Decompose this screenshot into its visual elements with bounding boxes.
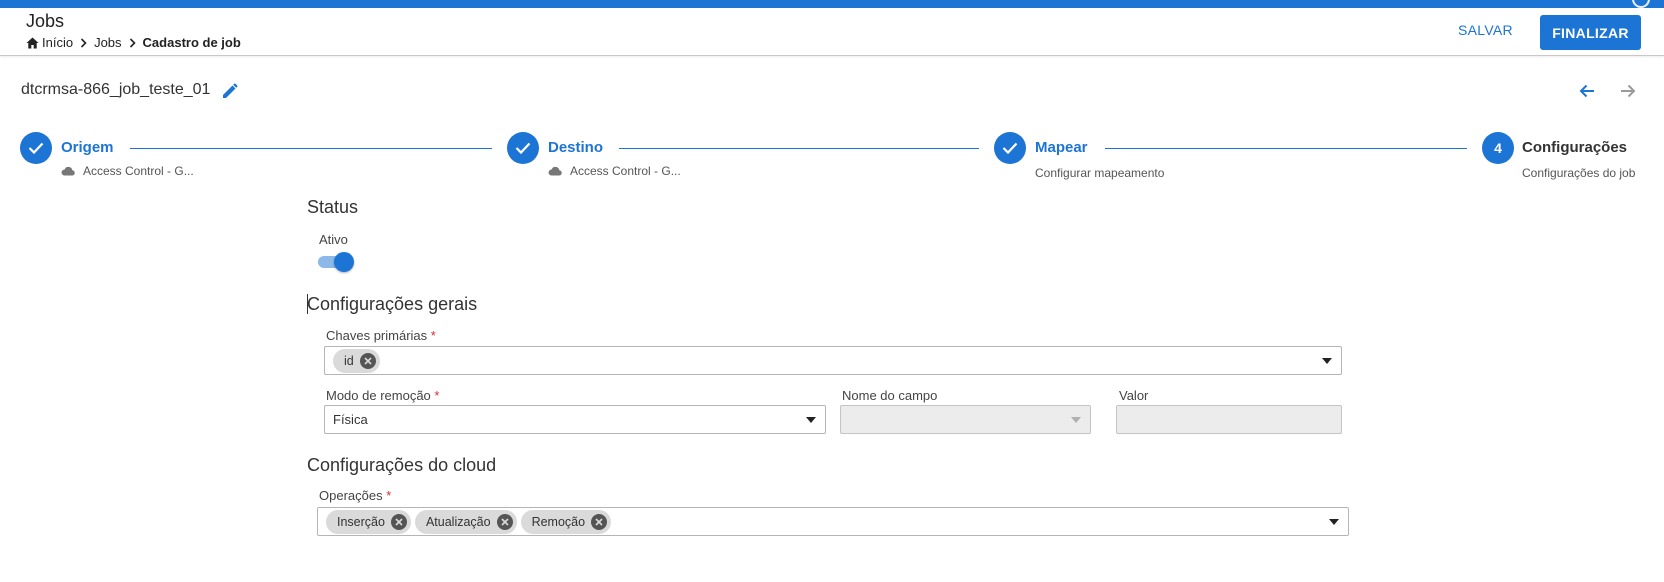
finish-button[interactable]: FINALIZAR: [1540, 15, 1641, 50]
step-3-title[interactable]: Mapear: [1035, 139, 1088, 156]
chip: Inserção: [326, 509, 411, 534]
step-2-subtitle-text: Access Control - G...: [570, 164, 681, 178]
chip-label: Inserção: [337, 514, 385, 529]
cloud-icon: [548, 166, 562, 176]
step-connector: [130, 148, 492, 149]
breadcrumb: Início Jobs Cadastro de job: [26, 35, 241, 50]
chevron-down-icon: [1329, 518, 1339, 525]
step-connector: [619, 148, 979, 149]
arrow-left-icon[interactable]: [1578, 82, 1596, 100]
page-header: Jobs Início Jobs Cadastro de job SALVAR …: [0, 8, 1664, 56]
removal-mode-select[interactable]: Física: [324, 405, 826, 434]
removal-mode-label-text: Modo de remoção: [326, 388, 431, 403]
step-2-title[interactable]: Destino: [548, 139, 603, 156]
breadcrumb-item-home[interactable]: Início: [26, 35, 73, 50]
step-4-subtitle: Configurações do job: [1522, 166, 1636, 180]
required-mark: *: [430, 328, 436, 343]
removal-mode-value: Física: [333, 412, 368, 427]
operations-label-text: Operações: [319, 488, 383, 503]
check-icon: [515, 141, 531, 155]
step-1-subtitle: Access Control - G...: [61, 164, 194, 178]
step-1-subtitle-text: Access Control - G...: [83, 164, 194, 178]
primary-keys-chips: id: [333, 348, 384, 373]
save-button[interactable]: SALVAR: [1458, 22, 1513, 38]
step-4-circle[interactable]: 4: [1482, 132, 1514, 164]
step-4-title[interactable]: Configurações: [1522, 139, 1627, 156]
status-section-title: Status: [307, 197, 359, 217]
primary-keys-label: Chaves primárias *: [326, 328, 436, 343]
step-2-circle[interactable]: [507, 132, 539, 164]
chip: Remoção: [520, 509, 612, 534]
step-3-subtitle: Configurar mapeamento: [1035, 166, 1165, 180]
value-label: Valor: [1119, 388, 1149, 403]
pencil-icon[interactable]: [222, 82, 239, 99]
job-name-row: dtcrmsa-866_job_teste_01: [21, 81, 239, 99]
close-circle-icon[interactable]: [496, 513, 513, 530]
value-input: [1116, 405, 1342, 434]
required-mark: *: [386, 488, 392, 503]
removal-mode-label: Modo de remoção *: [326, 388, 439, 403]
cloud-icon: [61, 166, 75, 176]
chevron-right-icon: [80, 37, 87, 48]
field-name-label: Nome do campo: [842, 388, 938, 403]
chevron-right-icon: [129, 37, 136, 48]
step-1-circle[interactable]: [20, 132, 52, 164]
arrow-right-icon[interactable]: [1619, 82, 1637, 100]
operations-chips: Inserção Atualização Remoção: [326, 509, 615, 534]
check-icon: [28, 141, 44, 155]
operations-label: Operações *: [319, 488, 391, 503]
chip-label: id: [344, 353, 354, 368]
chip-label: Remoção: [531, 514, 586, 529]
operations-select[interactable]: Inserção Atualização Remoção: [317, 507, 1349, 536]
step-2-subtitle: Access Control - G...: [548, 164, 681, 178]
page-title: Jobs: [26, 11, 65, 31]
chip: Atualização: [414, 509, 517, 534]
chevron-down-icon: [1322, 357, 1332, 364]
home-icon: [26, 37, 39, 49]
close-circle-icon[interactable]: [390, 513, 407, 530]
close-circle-icon[interactable]: [591, 513, 608, 530]
step-connector: [1105, 148, 1467, 149]
chevron-down-icon: [806, 416, 816, 423]
primary-keys-select[interactable]: id: [324, 346, 1342, 375]
toggle-thumb: [334, 252, 354, 272]
job-name: dtcrmsa-866_job_teste_01: [21, 81, 211, 98]
active-label: Ativo: [319, 232, 348, 247]
step-1-title[interactable]: Origem: [61, 139, 114, 156]
active-toggle[interactable]: [318, 250, 354, 272]
chevron-down-icon: [1071, 416, 1081, 423]
cloud-section-title: Configurações do cloud: [307, 455, 497, 475]
close-circle-icon[interactable]: [359, 352, 376, 369]
general-section-title: Configurações gerais: [307, 294, 478, 314]
field-name-select: [840, 405, 1091, 434]
step-3-circle[interactable]: [994, 132, 1026, 164]
chip: id: [333, 348, 380, 373]
breadcrumb-label: Início: [42, 35, 74, 50]
breadcrumb-item-current: Cadastro de job: [142, 35, 241, 50]
breadcrumb-item-jobs[interactable]: Jobs: [94, 35, 121, 50]
chip-label: Atualização: [425, 514, 491, 529]
required-mark: *: [434, 388, 440, 403]
check-icon: [1002, 141, 1018, 155]
primary-keys-label-text: Chaves primárias: [326, 328, 428, 343]
top-app-bar: [0, 0, 1664, 8]
